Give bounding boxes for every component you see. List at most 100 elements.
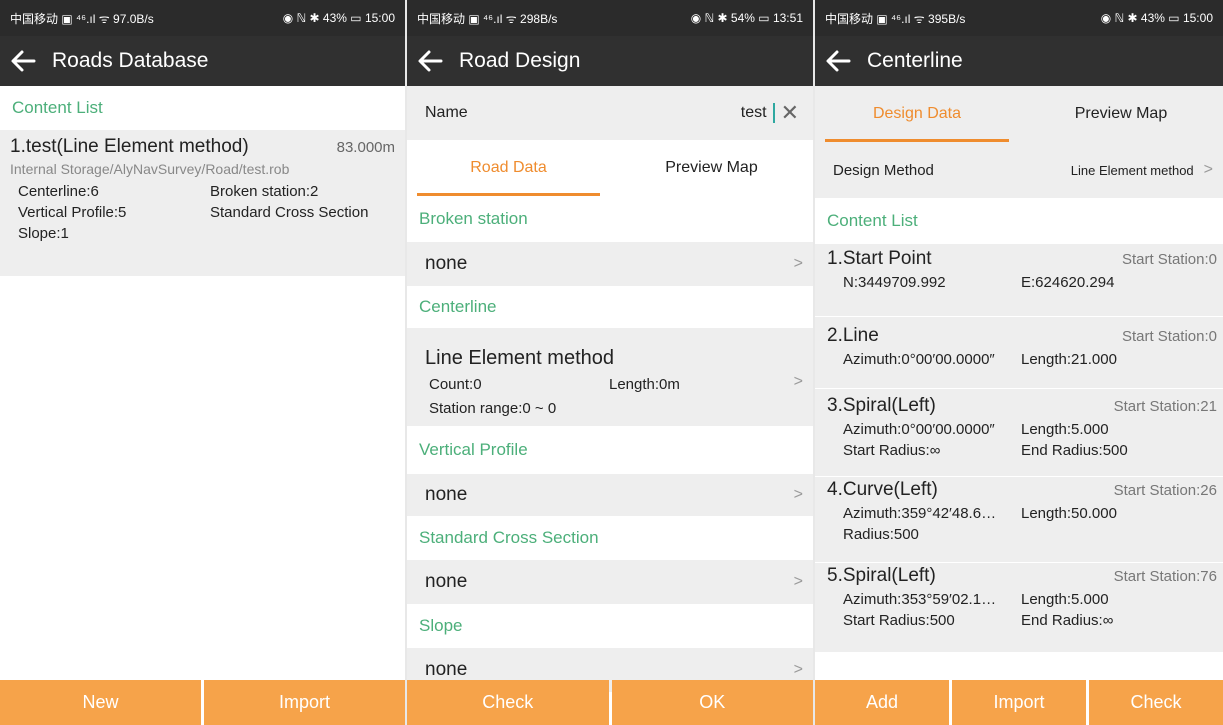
check-button[interactable]: Check (1089, 680, 1223, 725)
element-end-radius: End Radius:∞ (1021, 612, 1114, 629)
element-start-station: Start Station:26 (1113, 482, 1217, 499)
element-start-station: Start Station:21 (1113, 398, 1217, 415)
road-file-path: Internal Storage/AlyNavSurvey/Road/test.… (10, 161, 290, 177)
status-left: 中国移动 ▣ ⁴⁶.ıl ᯤ 298B/s (417, 11, 558, 26)
element-start-radius: Start Radius:500 (843, 612, 955, 629)
back-arrow-icon[interactable] (825, 48, 851, 74)
slope-value: none (425, 659, 468, 680)
page-title: Roads Database (52, 49, 209, 72)
page-title: Centerline (867, 49, 963, 72)
centerline-count: Centerline:6 (18, 183, 99, 200)
text-cursor (772, 103, 775, 123)
content-list-header: Content List (0, 86, 405, 130)
centerline-header: Centerline (407, 286, 813, 328)
standard-cross-section-value: none (425, 571, 468, 592)
bottom-action-bar: Check OK (407, 680, 813, 725)
element-length: Length:21.000 (1021, 351, 1117, 368)
list-item[interactable]: 5.Spiral(Left) Start Station:76 Azimuth:… (815, 563, 1223, 653)
element-start-radius: Start Radius:∞ (843, 442, 941, 459)
ok-button[interactable]: OK (611, 680, 813, 725)
slope-header: Slope (407, 604, 813, 648)
import-button[interactable]: Import (204, 680, 405, 725)
status-right: ◉ ℕ ✱ 43% ▭ 15:00 (282, 11, 395, 25)
element-title: 4.Curve(Left) (827, 479, 938, 500)
element-azimuth: Azimuth:0°00′00.0000″ (843, 351, 995, 368)
element-length: Length:5.000 (1021, 421, 1109, 438)
status-left: 中国移动 ▣ ⁴⁶.ıl ᯤ 395B/s (825, 11, 966, 26)
back-arrow-icon[interactable] (10, 48, 36, 74)
element-azimuth: Azimuth:353°59′02.1… (843, 591, 997, 608)
name-field-row[interactable]: Name test ✕ (407, 86, 813, 140)
chevron-right-icon: > (793, 255, 803, 272)
chevron-right-icon: > (793, 486, 803, 503)
slope-count: Slope:1 (18, 225, 69, 242)
centerline-length: Length:0m (609, 376, 680, 393)
element-title: 5.Spiral(Left) (827, 565, 936, 586)
clear-icon[interactable]: ✕ (781, 100, 799, 126)
element-length: Length:50.000 (1021, 505, 1117, 522)
list-item[interactable]: 1.Start Point Start Station:0 N:3449709.… (815, 244, 1223, 317)
import-button[interactable]: Import (952, 680, 1086, 725)
status-left: 中国移动 ▣ ⁴⁶.ıl ᯤ 97.0B/s (10, 11, 154, 26)
element-azimuth: Azimuth:0°00′00.0000″ (843, 421, 995, 438)
standard-cross-section-select[interactable]: none > (407, 560, 813, 604)
vertical-profile-header: Vertical Profile (407, 426, 813, 474)
status-bar: 中国移动 ▣ ⁴⁶.ıl ᯤ 395B/s ◉ ℕ ✱ 43% ▭ 15:00 (815, 0, 1223, 36)
broken-station-header: Broken station (407, 196, 813, 242)
element-radius: Radius:500 (843, 526, 919, 543)
status-bar: 中国移动 ▣ ⁴⁶.ıl ᯤ 97.0B/s ◉ ℕ ✱ 43% ▭ 15:00 (0, 0, 405, 36)
chevron-right-icon: > (793, 573, 803, 590)
design-method-label: Design Method (833, 161, 934, 179)
page-title: Road Design (459, 49, 581, 72)
road-design-screen: 中国移动 ▣ ⁴⁶.ıl ᯤ 298B/s ◉ ℕ ✱ 54% ▭ 13:51 … (407, 0, 815, 725)
add-button[interactable]: Add (815, 680, 949, 725)
element-end-radius: End Radius:500 (1021, 442, 1128, 459)
road-length: 83.000m (336, 139, 395, 156)
road-name: 1.test(Line Element method) (10, 136, 249, 157)
tab-bar: Road Data Preview Map (407, 140, 813, 196)
chevron-right-icon: > (1203, 161, 1213, 178)
broken-station-count: Broken station:2 (210, 183, 319, 200)
element-northing: N:3449709.992 (843, 274, 946, 291)
element-start-station: Start Station:0 (1121, 328, 1217, 345)
tab-design-data[interactable]: Design Data (815, 86, 1019, 142)
tab-road-data[interactable]: Road Data (407, 140, 610, 196)
status-bar: 中国移动 ▣ ⁴⁶.ıl ᯤ 298B/s ◉ ℕ ✱ 54% ▭ 13:51 (407, 0, 813, 36)
list-item[interactable]: 2.Line Start Station:0 Azimuth:0°00′00.0… (815, 317, 1223, 389)
vertical-profile-count: Vertical Profile:5 (18, 204, 127, 221)
centerline-count: Count:0 (429, 376, 482, 393)
content-list-header: Content List (815, 198, 1223, 244)
road-list-item[interactable]: 1.test(Line Element method) 83.000m Inte… (0, 130, 405, 276)
tab-preview-map[interactable]: Preview Map (1019, 86, 1223, 142)
tab-bar: Design Data Preview Map (815, 86, 1223, 142)
element-start-station: Start Station:0 (1121, 251, 1217, 268)
centerline-select[interactable]: Line Element method Count:0 Length:0m St… (407, 328, 813, 426)
element-length: Length:5.000 (1021, 591, 1109, 608)
name-label: Name (425, 104, 468, 121)
element-title: 3.Spiral(Left) (827, 395, 936, 416)
bottom-action-bar: New Import (0, 680, 405, 725)
centerline-method: Line Element method (425, 347, 615, 369)
element-start-station: Start Station:76 (1113, 568, 1217, 585)
element-easting: E:624620.294 (1021, 274, 1115, 291)
standard-cross-section-count: Standard Cross Section (210, 204, 369, 221)
tab-preview-map[interactable]: Preview Map (610, 140, 813, 196)
back-arrow-icon[interactable] (417, 48, 443, 74)
app-bar: Road Design (407, 36, 813, 86)
chevron-right-icon: > (793, 373, 803, 390)
bottom-action-bar: Add Import Check (815, 680, 1223, 725)
broken-station-select[interactable]: none > (407, 242, 813, 286)
broken-station-value: none (425, 253, 468, 274)
vertical-profile-select[interactable]: none > (407, 474, 813, 516)
roads-database-screen: 中国移动 ▣ ⁴⁶.ıl ᯤ 97.0B/s ◉ ℕ ✱ 43% ▭ 15:00… (0, 0, 407, 725)
app-bar: Centerline (815, 36, 1223, 86)
status-right: ◉ ℕ ✱ 54% ▭ 13:51 (690, 11, 803, 25)
name-input[interactable]: test (741, 104, 767, 122)
list-item[interactable]: 4.Curve(Left) Start Station:26 Azimuth:3… (815, 477, 1223, 563)
new-button[interactable]: New (0, 680, 201, 725)
list-item[interactable]: 3.Spiral(Left) Start Station:21 Azimuth:… (815, 389, 1223, 477)
status-right: ◉ ℕ ✱ 43% ▭ 15:00 (1100, 11, 1213, 25)
design-method-row[interactable]: Design Method Line Element method > (815, 142, 1223, 198)
element-title: 2.Line (827, 325, 879, 346)
check-button[interactable]: Check (407, 680, 609, 725)
